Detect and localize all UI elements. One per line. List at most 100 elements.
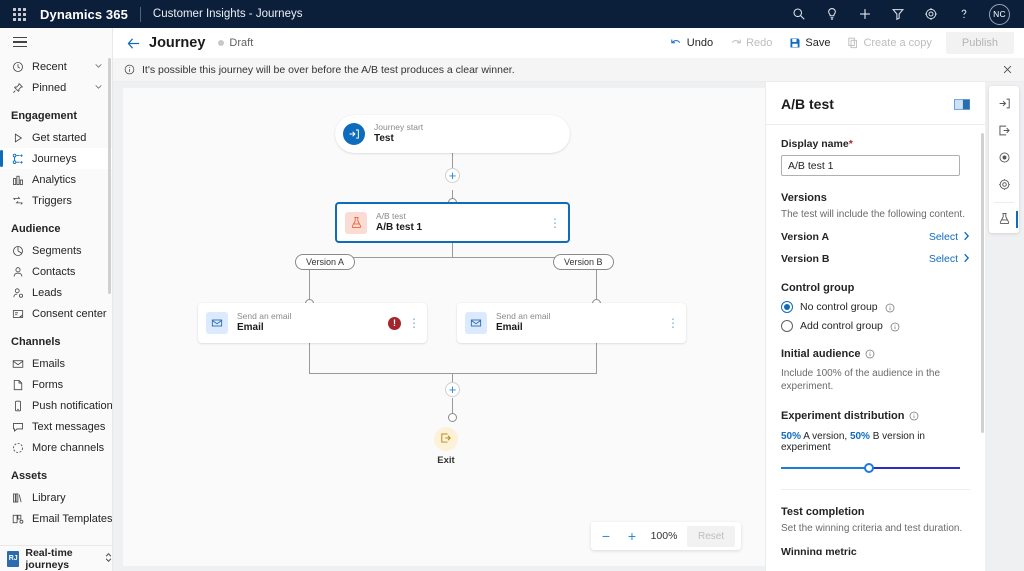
play-icon	[11, 131, 24, 144]
sidebar-item-text-messages[interactable]: Text messages	[0, 416, 112, 437]
copy-icon	[846, 37, 859, 50]
sidebar-item-library[interactable]: Library	[0, 487, 112, 508]
sidebar-item-recent[interactable]: Recent	[0, 56, 112, 77]
create-a-copy-button[interactable]: Create a copy	[840, 34, 937, 53]
branch-label-version-b[interactable]: Version B	[553, 254, 614, 270]
sidebar-item-label: Forms	[32, 378, 64, 391]
branch-label-version-a[interactable]: Version A	[295, 254, 356, 270]
sidebar-item-label: Library	[32, 491, 66, 504]
search-icon[interactable]	[791, 6, 807, 22]
journey-start-node[interactable]: Journey start Test	[335, 115, 570, 153]
app-area-switcher[interactable]: RJ Real-time journeys	[0, 545, 112, 571]
sidebar-item-analytics[interactable]: Analytics	[0, 169, 112, 190]
version-b-select-link[interactable]: Select	[929, 253, 970, 266]
lightbulb-icon[interactable]	[824, 6, 840, 22]
initial-audience-heading: Initial audience	[781, 347, 861, 360]
dock-panel-icon[interactable]	[954, 98, 970, 110]
sidebar-item-forms[interactable]: Forms	[0, 374, 112, 395]
sidebar-item-journeys[interactable]: Journeys	[0, 148, 112, 170]
email-node-version-a[interactable]: Send an email Email ! ⋮	[198, 303, 427, 343]
exit-node[interactable]	[434, 427, 458, 451]
save-button[interactable]: Save	[782, 34, 836, 53]
help-icon[interactable]	[956, 6, 972, 22]
waffle-icon[interactable]	[10, 5, 28, 23]
zoom-reset-button[interactable]: Reset	[687, 525, 736, 547]
radio-add-control-group-label: Add control group	[800, 319, 883, 332]
radio-no-control-group-label: No control group	[800, 300, 878, 313]
filter-icon[interactable]	[890, 6, 906, 22]
journey-start-type: Journey start	[374, 122, 424, 133]
sidebar-item-leads[interactable]: Leads	[0, 282, 112, 303]
chevron-updown-icon	[104, 552, 112, 566]
versions-description: The test will include the following cont…	[781, 209, 965, 220]
rail-journey-start-button[interactable]	[989, 91, 1019, 118]
undo-icon	[670, 37, 683, 50]
sidebar-item-contacts[interactable]: Contacts	[0, 261, 112, 282]
email-node-version-b[interactable]: Send an email Email ⋮	[457, 303, 686, 343]
zoom-out-button[interactable]: −	[597, 527, 615, 545]
info-icon[interactable]	[885, 302, 895, 312]
redo-button[interactable]: Redo	[723, 34, 778, 53]
ab-test-flask-icon	[345, 211, 367, 234]
sidebar-item-label: Text messages	[32, 420, 106, 433]
canvas-surface[interactable]: Journey start Test + A/B test A/B test 1…	[123, 88, 769, 566]
area-label: Real-time journeys	[25, 546, 73, 571]
info-icon[interactable]	[890, 321, 900, 331]
nav-scrollbar[interactable]	[108, 58, 111, 294]
sidebar-item-email-templates[interactable]: Email Templates	[0, 508, 112, 529]
rail-settings-button[interactable]	[989, 172, 1019, 199]
more-options-icon[interactable]: ⋮	[401, 317, 427, 329]
sidebar-item-consent-center[interactable]: Consent center	[0, 303, 112, 324]
slider-thumb[interactable]	[864, 462, 874, 473]
hamburger-icon[interactable]	[0, 28, 112, 56]
sidebar-item-emails[interactable]: Emails	[0, 353, 112, 374]
sidebar-item-push-notifications[interactable]: Push notifications	[0, 395, 112, 416]
sidebar-item-more-channels[interactable]: More channels	[0, 437, 112, 458]
sms-icon	[11, 420, 24, 433]
add-step-button-top[interactable]: +	[445, 168, 460, 183]
sidebar-item-triggers[interactable]: Triggers	[0, 190, 112, 211]
rail-exit-button[interactable]	[989, 118, 1019, 145]
edge-email-b-down	[596, 343, 597, 373]
email-a-text: Send an email Email	[237, 311, 291, 334]
redo-icon	[729, 37, 742, 50]
back-arrow-icon[interactable]	[123, 33, 143, 53]
version-a-select-label: Select	[928, 231, 958, 243]
chevron-down-icon	[94, 82, 103, 94]
plus-icon[interactable]	[857, 6, 873, 22]
display-name-label: Display name*	[781, 138, 970, 150]
gear-icon[interactable]	[923, 6, 939, 22]
avatar[interactable]: NC	[989, 3, 1010, 25]
close-icon[interactable]	[1000, 63, 1014, 77]
sidebar-item-pinned[interactable]: Pinned	[0, 77, 112, 98]
info-icon[interactable]	[909, 411, 919, 421]
undo-label: Undo	[686, 37, 714, 49]
email-icon	[11, 357, 24, 370]
zoom-in-button[interactable]: +	[623, 527, 641, 545]
display-name-input[interactable]	[781, 155, 960, 176]
publish-button[interactable]: Publish	[945, 32, 1014, 54]
rail-ab-test-button[interactable]	[989, 206, 1019, 233]
brand-label[interactable]: Dynamics 365	[40, 7, 128, 22]
info-icon[interactable]	[865, 349, 875, 359]
error-badge-icon[interactable]: !	[388, 316, 401, 330]
port-exit-top	[448, 413, 457, 422]
add-step-button-bottom[interactable]: +	[445, 382, 460, 397]
sidebar-item-label: Leads	[32, 286, 62, 299]
sidebar-item-get-started[interactable]: Get started	[0, 127, 112, 148]
more-options-icon[interactable]: ⋮	[542, 217, 568, 229]
journeys-icon	[11, 152, 24, 165]
radio-add-control-group[interactable]: Add control group	[781, 319, 970, 332]
distribution-slider[interactable]	[781, 462, 960, 473]
radio-no-control-group[interactable]: No control group	[781, 300, 970, 313]
undo-button[interactable]: Undo	[664, 34, 719, 53]
app-name-label[interactable]: Customer Insights - Journeys	[153, 8, 303, 20]
rail-attribute-button[interactable]	[989, 145, 1019, 172]
distribution-a-text: A version,	[801, 430, 850, 442]
sidebar-item-segments[interactable]: Segments	[0, 240, 112, 261]
ab-test-node[interactable]: A/B test A/B test 1 ⋮	[335, 202, 570, 243]
more-options-icon[interactable]: ⋮	[660, 317, 686, 329]
status-label: Draft	[229, 37, 254, 49]
panel-scrollbar[interactable]	[981, 133, 984, 433]
version-a-select-link[interactable]: Select	[929, 231, 970, 244]
